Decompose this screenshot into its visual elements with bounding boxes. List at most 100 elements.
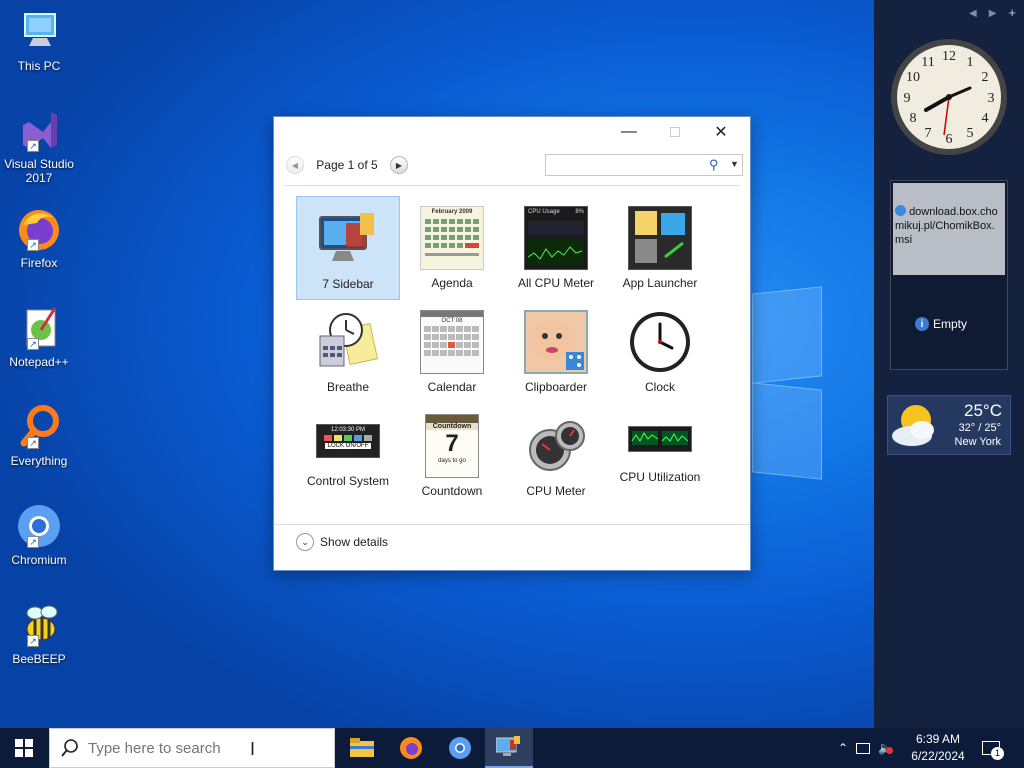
network-icon[interactable] <box>856 742 871 754</box>
notification-icon: 1 <box>982 741 1004 760</box>
sidebar-next-icon[interactable]: ▶ <box>989 8 997 19</box>
sidebar-add-icon[interactable]: + <box>1008 6 1016 19</box>
svg-text:6: 6 <box>946 132 953 147</box>
divider <box>284 185 740 186</box>
volume-muted-icon[interactable]: 🔈 <box>878 741 894 755</box>
close-button[interactable]: ✕ <box>698 117 744 147</box>
partly-cloudy-icon <box>892 405 934 446</box>
desktop-icon-label: Everything <box>10 454 68 468</box>
desktop-icon-chromium[interactable]: ↗ Chromium <box>2 502 76 567</box>
gadget-tile-clipboarder[interactable]: Clipboarder <box>504 300 608 404</box>
gadget-tile-app-launcher[interactable]: App Launcher <box>608 196 712 300</box>
svg-text:2: 2 <box>982 70 989 85</box>
wallpaper-beam <box>752 382 822 480</box>
taskbar-search-box[interactable]: I <box>49 728 335 768</box>
app-launcher-icon <box>628 206 692 270</box>
shortcut-arrow-icon: ↗ <box>27 239 39 251</box>
desktop-icon-notepadpp[interactable]: ↗ Notepad++ <box>2 304 76 369</box>
gadget-search-input[interactable] <box>549 157 699 173</box>
gadget-tile-countdown[interactable]: Countdown 7 days to go Countdown <box>400 404 504 508</box>
gadget-label: Countdown <box>421 484 483 498</box>
desktop-icon-label: Chromium <box>11 553 67 567</box>
countdown-number: 7 <box>445 430 459 457</box>
next-page-button[interactable]: ▶ <box>390 156 408 174</box>
system-tray: ⌃ 🔈 <box>838 728 894 768</box>
svg-text:4: 4 <box>982 111 989 126</box>
taskbar-date: 6/22/2024 <box>911 749 965 763</box>
chromium-icon: ↗ <box>15 502 63 550</box>
previous-page-button[interactable]: ◀ <box>286 156 304 174</box>
sidebar-monitor-icon <box>316 207 380 271</box>
desktop-icon-label: Notepad++ <box>9 355 69 369</box>
weather-city: New York <box>954 436 1001 448</box>
taskbar-chromium[interactable] <box>436 728 484 768</box>
gadget-tile-7-sidebar[interactable]: 7 Sidebar <box>296 196 400 300</box>
search-icon[interactable]: ⚲ <box>709 157 719 173</box>
gadget-label: CPU Utilization <box>619 470 701 484</box>
bee-icon: ↗ <box>15 601 63 649</box>
show-details-toggle[interactable]: ⌄ Show details <box>296 533 388 551</box>
taskbar-gadgets-app[interactable] <box>485 728 533 768</box>
desktop-icon-visual-studio[interactable]: ↗ Visual Studio 2017 <box>2 106 76 185</box>
page-navigator: ◀ Page 1 of 5 ▶ <box>286 154 408 176</box>
taskbar-search-input[interactable] <box>88 739 288 757</box>
desktop-icon-label: This PC <box>17 59 61 73</box>
page-label: Page 1 of 5 <box>316 158 378 172</box>
gadget-tile-clock[interactable]: Clock <box>608 300 712 404</box>
gadget-tile-breathe[interactable]: Breathe <box>296 300 400 404</box>
desktop-icon-label: Visual Studio 2017 <box>4 157 74 185</box>
svg-text:12: 12 <box>942 49 956 64</box>
firefox-icon: ↗ <box>15 205 63 253</box>
close-icon: ✕ <box>714 124 728 141</box>
desktop-icon-everything[interactable]: ↗ Everything <box>2 403 76 468</box>
weather-range: 32° / 25° <box>958 422 1001 434</box>
slideshow-gadget[interactable]: download.box.chomikuj.pl/ChomikBox.msi i… <box>890 180 1008 370</box>
gadget-tile-calendar[interactable]: OCT 08 Calendar <box>400 300 504 404</box>
desktop-icon-beebeep[interactable]: ↗ BeeBEEP <box>2 601 76 666</box>
desktop-icon-this-pc[interactable]: This PC <box>2 8 76 73</box>
clock-gadget[interactable]: 12 1 2 3 4 5 6 7 8 9 10 11 <box>888 36 1010 158</box>
gadget-tile-cpu-meter[interactable]: CPU Meter <box>504 404 608 508</box>
gadget-tile-control-system[interactable]: 12:03:30 PM LOCK ON/OFF Control System <box>296 404 400 508</box>
chevron-up-icon[interactable]: ⌃ <box>838 741 848 755</box>
cpu-usage-pct: 8% <box>575 209 584 215</box>
desktop-icon-firefox[interactable]: ↗ Firefox <box>2 205 76 270</box>
weather-gadget[interactable]: 25°C 32° / 25° New York <box>887 395 1011 455</box>
show-details-label: Show details <box>320 535 389 549</box>
control-system-icon: 12:03:30 PM LOCK ON/OFF <box>316 424 380 458</box>
taskbar-clock[interactable]: 6:39 AM 6/22/2024 <box>908 731 968 765</box>
gadget-tile-all-cpu-meter[interactable]: CPU Usage 8% All CPU Meter <box>504 196 608 300</box>
sidebar-prev-icon[interactable]: ◀ <box>969 8 977 19</box>
minimize-button[interactable]: — <box>606 117 652 147</box>
gadget-label: Clock <box>644 380 675 394</box>
sidebar-monitor-icon <box>496 736 520 756</box>
gadget-label: Calendar <box>427 380 477 394</box>
taskbar-file-explorer[interactable] <box>338 728 386 768</box>
info-icon: i <box>915 317 929 331</box>
gadget-tile-cpu-utilization[interactable]: CPU Utilization <box>608 404 712 508</box>
svg-text:7: 7 <box>925 126 932 141</box>
taskbar-time: 6:39 AM <box>915 732 961 746</box>
slideshow-link-text: download.box.chomikuj.pl/ChomikBox.msi <box>895 206 998 246</box>
file-globe-icon <box>895 205 906 216</box>
gadget-tile-agenda[interactable]: February 2009 Agenda <box>400 196 504 300</box>
taskbar-firefox[interactable] <box>387 728 435 768</box>
desktop-icon-label: BeeBEEP <box>12 652 66 666</box>
clipboarder-icon <box>524 310 588 374</box>
countdown-icon: Countdown 7 days to go <box>425 414 479 478</box>
svg-text:11: 11 <box>921 55 934 70</box>
cpu-usage-title: CPU Usage <box>528 209 560 215</box>
text-cursor-icon: I <box>250 739 256 759</box>
maximize-button[interactable] <box>652 117 698 147</box>
control-system-time: 12:03:30 PM <box>330 427 366 433</box>
analog-clock-icon: 12 12 3 45678 9 1011 <box>891 39 1007 155</box>
divider <box>274 524 750 525</box>
slideshow-file-link[interactable]: download.box.chomikuj.pl/ChomikBox.msi <box>893 183 1005 275</box>
search-dropdown-icon[interactable]: ▼ <box>730 159 739 169</box>
magnifier-icon: ↗ <box>15 403 63 451</box>
gadget-label: Agenda <box>431 276 473 290</box>
taskbar: I ⌃ 🔈 6:39 AM 6/22/2024 1 <box>0 728 1024 768</box>
notification-center-button[interactable]: 1 <box>982 728 1004 768</box>
start-button[interactable] <box>0 728 48 768</box>
gadget-gallery-window: — ✕ ◀ Page 1 of 5 ▶ ⚲ ▼ 7 Sidebar Februa… <box>273 116 751 571</box>
